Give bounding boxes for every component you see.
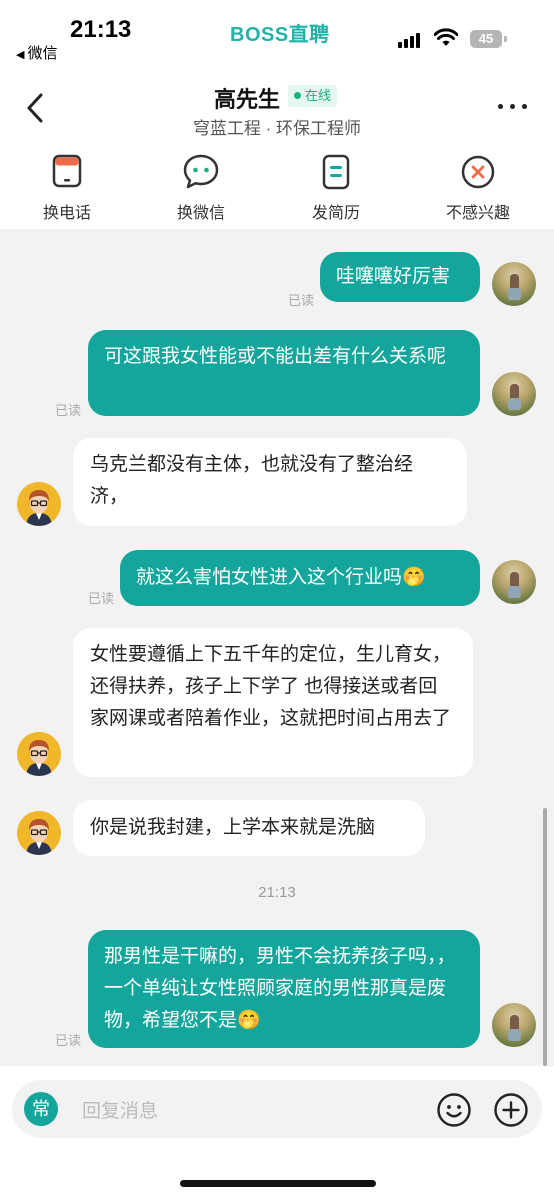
message-text: 就这么害怕女性进入这个行业吗 [136, 567, 403, 588]
brand-title: BOSS直聘 [230, 24, 330, 46]
message-text: 女性要遵循上下五千年的定位，生儿育女，还得扶养，孩子上下学了 也得接送或者回家网… [90, 644, 452, 729]
my-avatar[interactable] [492, 560, 536, 604]
home-indicator[interactable] [180, 1180, 376, 1187]
read-receipt: 已读 [88, 591, 115, 606]
message-text: 可这跟我女性能或不能出差有什么关系呢 [104, 346, 447, 367]
contact-avatar[interactable] [17, 811, 61, 855]
add-attachment-button[interactable] [493, 1092, 529, 1128]
wifi-icon [434, 28, 458, 46]
chat-timestamp: 21:13 [258, 884, 296, 901]
contact-avatar[interactable] [17, 732, 61, 776]
message-text: 你是说我封建，上学本来就是洗脑 [90, 817, 376, 838]
emoji-button[interactable] [436, 1092, 472, 1128]
contact-company-title: 穹蓝工程 · 环保工程师 [192, 119, 362, 138]
message-text: 乌克兰都没有主体，也就没有了整治经济， [90, 454, 414, 507]
online-status-badge: 在线 [288, 85, 338, 107]
my-avatar[interactable] [492, 262, 536, 306]
action-label: 不感兴趣 [445, 205, 510, 222]
not-interested-icon [461, 155, 495, 189]
emoji-icon: 🤭 [237, 1010, 261, 1031]
action-label: 换微信 [176, 205, 225, 222]
message-bubble-incoming[interactable]: 乌克兰都没有主体，也就没有了整治经济， [73, 438, 467, 526]
input-placeholder: 回复消息 [82, 1101, 159, 1122]
exchange-wechat-button[interactable]: 换微信 [146, 152, 256, 223]
signal-icon [398, 32, 422, 48]
my-avatar[interactable] [492, 1003, 536, 1047]
read-receipt: 已读 [55, 403, 82, 418]
status-time: 21:13 [70, 16, 132, 43]
message-input[interactable]: 常 回复消息 [12, 1080, 542, 1138]
resume-icon [322, 154, 350, 190]
emoji-icon: 🤭 [402, 567, 426, 588]
message-bubble-outgoing[interactable]: 可这跟我女性能或不能出差有什么关系呢 [88, 330, 480, 416]
message-text: 哇噻噻好厉害 [336, 266, 451, 287]
message-bubble-outgoing[interactable]: 哇噻噻好厉害 [320, 252, 480, 302]
contact-name: 高先生 [214, 87, 281, 112]
online-label: 在线 [305, 88, 332, 103]
contact-avatar[interactable] [17, 482, 61, 526]
battery-icon: 45 [470, 30, 502, 48]
message-bubble-incoming[interactable]: 你是说我封建，上学本来就是洗脑 [73, 800, 425, 856]
not-interested-button[interactable]: 不感兴趣 [423, 152, 533, 223]
action-label: 发简历 [311, 205, 360, 222]
battery-tip [504, 36, 507, 42]
read-receipt: 已读 [55, 1033, 82, 1048]
read-receipt: 已读 [288, 293, 315, 308]
back-to-app-link[interactable]: ◀ 微信 [16, 42, 57, 63]
phone-icon [52, 154, 82, 188]
back-triangle-icon: ◀ [16, 49, 25, 61]
wechat-icon [183, 154, 219, 189]
message-text: 那男性是干嘛的，男性不会抚养孩子吗，，一个单纯让女性照顾家庭的男性那真是废物，希… [104, 946, 456, 1031]
online-dot-icon [294, 92, 301, 99]
quick-reply-button[interactable]: 常 [24, 1092, 58, 1126]
action-label: 换电话 [42, 205, 91, 222]
chat-scrollbar[interactable] [543, 808, 547, 1066]
send-resume-button[interactable]: 发简历 [281, 152, 391, 223]
exchange-phone-button[interactable]: 换电话 [12, 152, 122, 223]
my-avatar[interactable] [492, 372, 536, 416]
message-bubble-outgoing[interactable]: 那男性是干嘛的，男性不会抚养孩子吗，，一个单纯让女性照顾家庭的男性那真是废物，希… [88, 930, 480, 1048]
message-bubble-outgoing[interactable]: 就这么害怕女性进入这个行业吗🤭 [120, 550, 480, 606]
back-app-label: 微信 [27, 45, 58, 62]
message-bubble-incoming[interactable]: 女性要遵循上下五千年的定位，生儿育女，还得扶养，孩子上下学了 也得接送或者回家网… [73, 628, 473, 777]
more-options-button[interactable] [498, 104, 528, 112]
